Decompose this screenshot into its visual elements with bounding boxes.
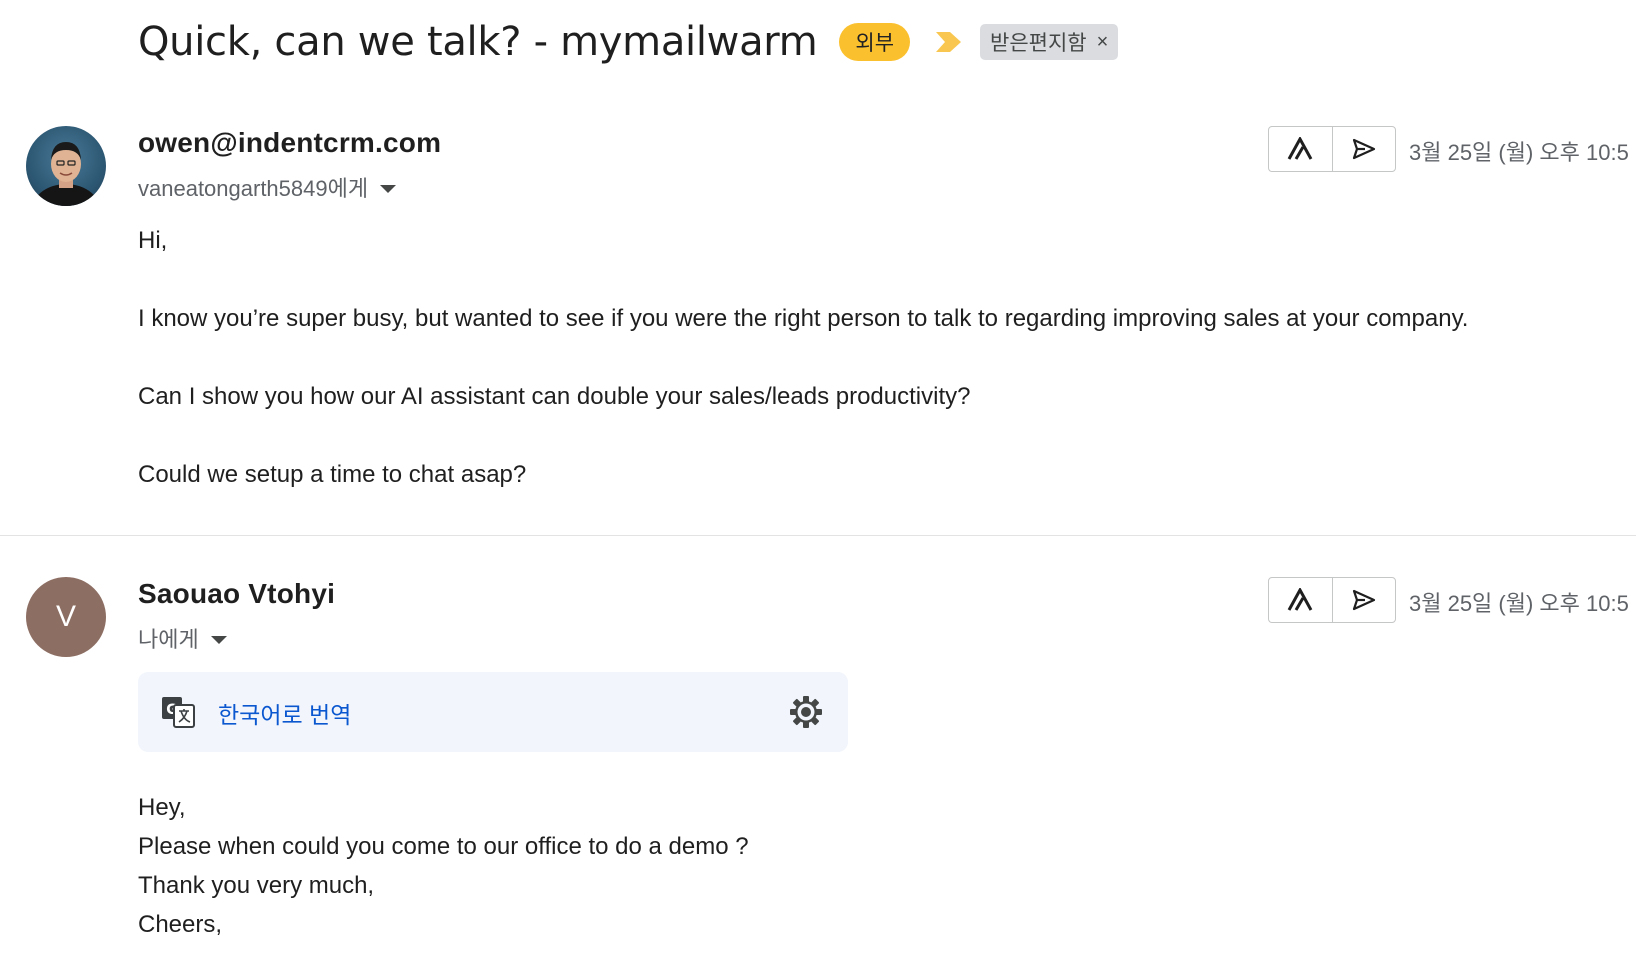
sender-name[interactable]: Saouao Vtohyi (138, 578, 335, 610)
recipient-text: 나에게 (138, 627, 199, 652)
send-button[interactable] (1331, 578, 1396, 622)
sender-name[interactable]: owen@indentcrm.com (138, 127, 441, 159)
external-badge: 외부 (839, 23, 911, 61)
apollo-logo-icon (1287, 588, 1313, 611)
email-subject: Quick, can we talk? - mymailwarm (138, 19, 818, 65)
remove-label-button[interactable]: × (1097, 31, 1109, 54)
send-icon (1352, 589, 1375, 611)
send-icon (1352, 138, 1375, 160)
body-paragraph: I know you’re super busy, but wanted to … (138, 305, 1469, 332)
message-body: Hey, Please when could you come to our o… (138, 788, 749, 944)
recipient-row[interactable]: 나에게 (138, 622, 227, 654)
google-translate-icon: G (162, 697, 195, 728)
body-paragraph: Could we setup a time to chat asap? (138, 461, 527, 488)
chevron-down-icon[interactable] (210, 635, 227, 644)
translate-link[interactable]: 한국어로 번역 (218, 696, 351, 730)
subject-row: Quick, can we talk? - mymailwarm 외부 받은편지… (138, 14, 1119, 70)
body-line: Hey, (138, 794, 186, 821)
body-paragraph: Hi, (138, 227, 168, 254)
avatar-photo-icon (31, 142, 101, 206)
apollo-logo-icon (1287, 137, 1313, 160)
label-chip-text: 받은편지함 (990, 32, 1087, 55)
recipient-text: vaneatongarth5849에게 (138, 176, 369, 201)
importance-marker-icon[interactable] (934, 30, 964, 54)
message-timestamp: 3월 25일 (월) 오후 10:5 (1409, 591, 1629, 616)
body-line: Cheers, (138, 911, 223, 938)
recipient-row[interactable]: vaneatongarth5849에게 (138, 171, 397, 203)
gear-icon[interactable] (788, 694, 824, 730)
chevron-down-icon[interactable] (380, 184, 397, 193)
body-paragraph: Can I show you how our AI assistant can … (138, 383, 971, 410)
message-timestamp: 3월 25일 (월) 오후 10:5 (1409, 140, 1629, 165)
message-action-group (1268, 577, 1396, 623)
message-action-group (1268, 126, 1396, 172)
translate-bar: G 한국어로 번역 (138, 672, 848, 752)
send-button[interactable] (1331, 127, 1396, 171)
avatar[interactable]: V (26, 577, 106, 657)
avatar[interactable] (26, 126, 106, 206)
message-divider (0, 535, 1636, 536)
inbox-label-chip[interactable]: 받은편지함 × (980, 24, 1119, 60)
ai-assist-button[interactable] (1269, 127, 1332, 171)
ai-assist-button[interactable] (1269, 578, 1332, 622)
body-line: Thank you very much, (138, 872, 375, 899)
body-line: Please when could you come to our office… (138, 833, 749, 860)
